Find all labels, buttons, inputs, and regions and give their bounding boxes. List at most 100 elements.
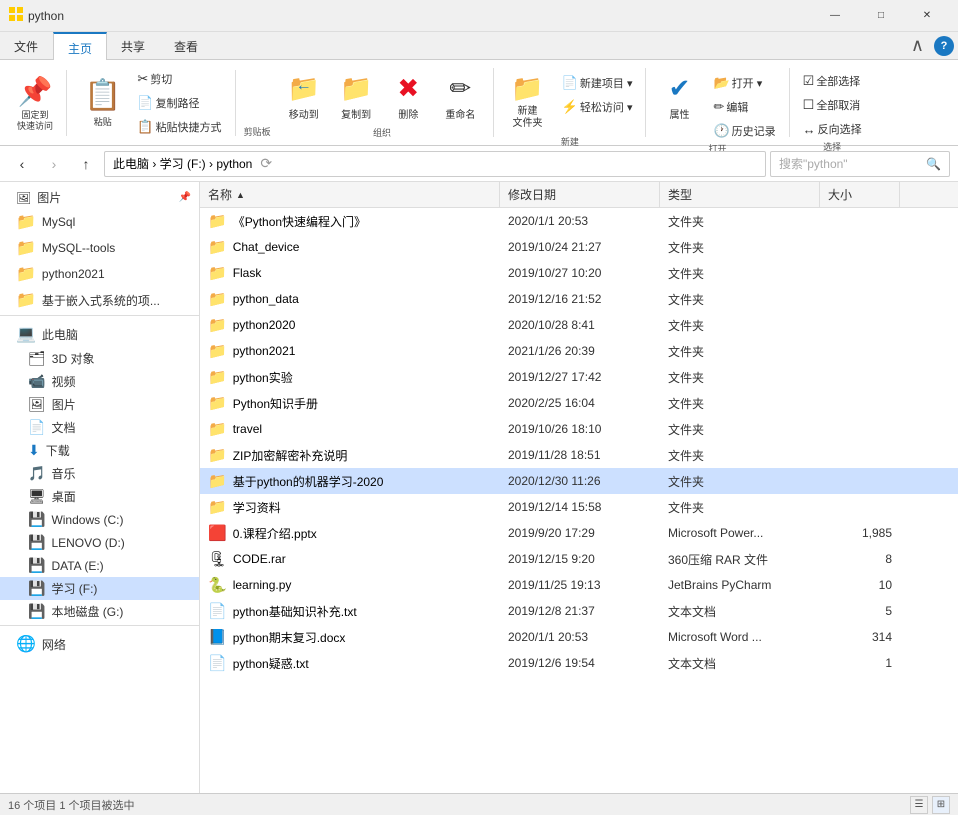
invert-selection-button[interactable]: ↔ 反向选择 (798, 118, 867, 140)
table-row[interactable]: 🗜 CODE.rar 2019/12/15 9:20 360压缩 RAR 文件 … (200, 546, 958, 572)
sidebar-item-video[interactable]: 📹 视频 (0, 370, 199, 393)
folder-icon: 📁 (208, 368, 227, 386)
sidebar-item-music[interactable]: 🎵 音乐 (0, 462, 199, 485)
mysql-icon: 📁 (16, 212, 36, 232)
sidebar-item-pictures2[interactable]: 🖼 图片 (0, 393, 199, 416)
new-item-button[interactable]: 📄 新建项目 ▾ (557, 72, 638, 94)
column-header-date[interactable]: 修改日期 (500, 182, 660, 207)
table-row[interactable]: 📄 python疑惑.txt 2019/12/6 19:54 文本文档 1 (200, 650, 958, 676)
sidebar-item-python2021[interactable]: 📁 python2021 (0, 261, 199, 287)
sidebar-item-pictures[interactable]: 🖼 图片 📌 (0, 186, 199, 209)
copy-path-button[interactable]: 📄 复制路径 (132, 92, 226, 114)
sidebar-item-3d[interactable]: 🗂 3D 对象 (0, 347, 199, 370)
pictures2-icon: 🖼 (28, 396, 46, 413)
network-icon: 🌐 (16, 634, 36, 654)
window-controls: — □ ✕ (812, 0, 950, 32)
ribbon-collapse-button[interactable]: ∧ (905, 33, 930, 58)
file-name-cell: 📄 python基础知识补充.txt (200, 600, 500, 622)
forward-button[interactable]: › (40, 150, 68, 178)
tab-home[interactable]: 主页 (53, 32, 107, 60)
sidebar-item-downloads[interactable]: ⬇ 下载 (0, 439, 199, 462)
view-details-button[interactable]: ⊞ (932, 796, 950, 814)
select-all-button[interactable]: ☑ 全部选择 (798, 70, 867, 92)
rename-button[interactable]: ✏ 重命名 (435, 68, 485, 126)
sidebar-item-network[interactable]: 🌐 网络 (0, 631, 199, 657)
file-date-cell: 2019/10/27 10:20 (500, 264, 660, 282)
sidebar-item-this-pc[interactable]: 💻 此电脑 (0, 321, 199, 347)
history-button[interactable]: 🕐 历史记录 (708, 120, 780, 142)
deselect-all-button[interactable]: ☐ 全部取消 (798, 94, 867, 116)
file-date-cell: 2020/1/1 20:53 (500, 628, 660, 646)
sidebar-item-lenovo-d[interactable]: 💾 LENOVO (D:) (0, 531, 199, 554)
edit-button[interactable]: ✏ 编辑 (708, 96, 780, 118)
sidebar-item-documents[interactable]: 📄 文档 (0, 416, 199, 439)
file-name-text: ZIP加密解密补充说明 (233, 447, 348, 464)
sidebar-item-windows-c[interactable]: 💾 Windows (C:) (0, 508, 199, 531)
column-header-name[interactable]: 名称 ▲ (200, 182, 500, 207)
table-row[interactable]: 📁 ZIP加密解密补充说明 2019/11/28 18:51 文件夹 (200, 442, 958, 468)
sidebar-item-desktop[interactable]: 🖥 桌面 (0, 485, 199, 508)
file-name-text: 学习资料 (233, 499, 281, 516)
sidebar-item-mysql-tools[interactable]: 📁 MySQL--tools (0, 235, 199, 261)
back-button[interactable]: ‹ (8, 150, 36, 178)
folder-icon: 📁 (208, 290, 227, 308)
file-type-cell: 文件夹 (660, 367, 820, 388)
folder-icon: 📁 (208, 446, 227, 464)
table-row[interactable]: 📁 python2021 2021/1/26 20:39 文件夹 (200, 338, 958, 364)
file-date-cell: 2019/9/20 17:29 (500, 524, 660, 542)
sidebar-item-data-e[interactable]: 💾 DATA (E:) (0, 554, 199, 577)
copy-to-button[interactable]: 📁 复制到 (331, 68, 381, 126)
up-button[interactable]: ↑ (72, 150, 100, 178)
cut-button[interactable]: ✂ 剪切 (132, 68, 226, 90)
paste-shortcut-button[interactable]: 📋 粘贴快捷方式 (132, 116, 226, 138)
table-row[interactable]: 📄 python基础知识补充.txt 2019/12/8 21:37 文本文档 … (200, 598, 958, 624)
table-row[interactable]: 📁 Chat_device 2019/10/24 21:27 文件夹 (200, 234, 958, 260)
file-name-cell: 🗜 CODE.rar (200, 548, 500, 570)
sidebar-item-local-g[interactable]: 💾 本地磁盘 (G:) (0, 600, 199, 623)
table-row[interactable]: 📁 Python知识手册 2020/2/25 16:04 文件夹 (200, 390, 958, 416)
tab-share[interactable]: 共享 (107, 32, 160, 59)
new-folder-button[interactable]: 📁 新建文件夹 (502, 68, 552, 135)
search-field[interactable]: 搜索"python" 🔍 (770, 151, 950, 177)
table-row[interactable]: 📘 python期末复习.docx 2020/1/1 20:53 Microso… (200, 624, 958, 650)
table-row[interactable]: 📁 travel 2019/10/26 18:10 文件夹 (200, 416, 958, 442)
table-row[interactable]: 📁 学习资料 2019/12/14 15:58 文件夹 (200, 494, 958, 520)
ribbon-tabs: 文件 主页 共享 查看 ∧ ? (0, 32, 958, 60)
table-row[interactable]: 🟥 0.课程介绍.pptx 2019/9/20 17:29 Microsoft … (200, 520, 958, 546)
sidebar-item-embedded[interactable]: 📁 基于嵌入式系统的项... (0, 287, 199, 313)
maximize-button[interactable]: □ (858, 0, 904, 32)
delete-button[interactable]: ✖ 删除 (383, 68, 433, 126)
properties-button[interactable]: ✔ 属性 (654, 68, 704, 126)
view-list-button[interactable]: ☰ (910, 796, 928, 814)
address-refresh: ⟳ (260, 155, 272, 172)
move-to-icon: 📁← (288, 73, 320, 104)
file-size-cell (820, 271, 900, 275)
file-date-cell: 2020/10/28 8:41 (500, 316, 660, 334)
tab-file[interactable]: 文件 (0, 32, 53, 59)
file-name-cell: 📁 《Python快速编程入门》 (200, 210, 500, 232)
sidebar-item-learning-f[interactable]: 💾 学习 (F:) (0, 577, 199, 600)
move-to-button[interactable]: 📁← 移动到 (279, 68, 329, 126)
pin-to-quickaccess-button[interactable]: 📌 固定到快速访问 (8, 66, 62, 140)
open-button[interactable]: 📂 打开 ▾ (708, 72, 780, 94)
table-row[interactable]: 📁 python实验 2019/12/27 17:42 文件夹 (200, 364, 958, 390)
delete-icon: ✖ (397, 73, 419, 104)
table-row[interactable]: 🐍 learning.py 2019/11/25 19:13 JetBrains… (200, 572, 958, 598)
table-row[interactable]: 📁 Flask 2019/10/27 10:20 文件夹 (200, 260, 958, 286)
tab-view[interactable]: 查看 (160, 32, 213, 59)
table-row[interactable]: 📁 python_data 2019/12/16 21:52 文件夹 (200, 286, 958, 312)
table-row[interactable]: 📁 基于python的机器学习-2020 2020/12/30 11:26 文件… (200, 468, 958, 494)
address-field[interactable]: 此电脑 › 学习 (F:) › python ⟳ (104, 151, 766, 177)
sidebar-item-mysql[interactable]: 📁 MySql (0, 209, 199, 235)
file-type-cell: 文件夹 (660, 211, 820, 232)
column-header-size[interactable]: 大小 (820, 182, 900, 207)
ribbon-right-buttons: ∧ ? (905, 32, 958, 59)
table-row[interactable]: 📁 《Python快速编程入门》 2020/1/1 20:53 文件夹 (200, 208, 958, 234)
table-row[interactable]: 📁 python2020 2020/10/28 8:41 文件夹 (200, 312, 958, 338)
easy-access-button[interactable]: ⚡ 轻松访问 ▾ (557, 96, 638, 118)
minimize-button[interactable]: — (812, 0, 858, 32)
paste-button[interactable]: 📋 粘贴 (75, 73, 130, 133)
close-button[interactable]: ✕ (904, 0, 950, 32)
help-button[interactable]: ? (934, 36, 954, 56)
column-header-type[interactable]: 类型 (660, 182, 820, 207)
